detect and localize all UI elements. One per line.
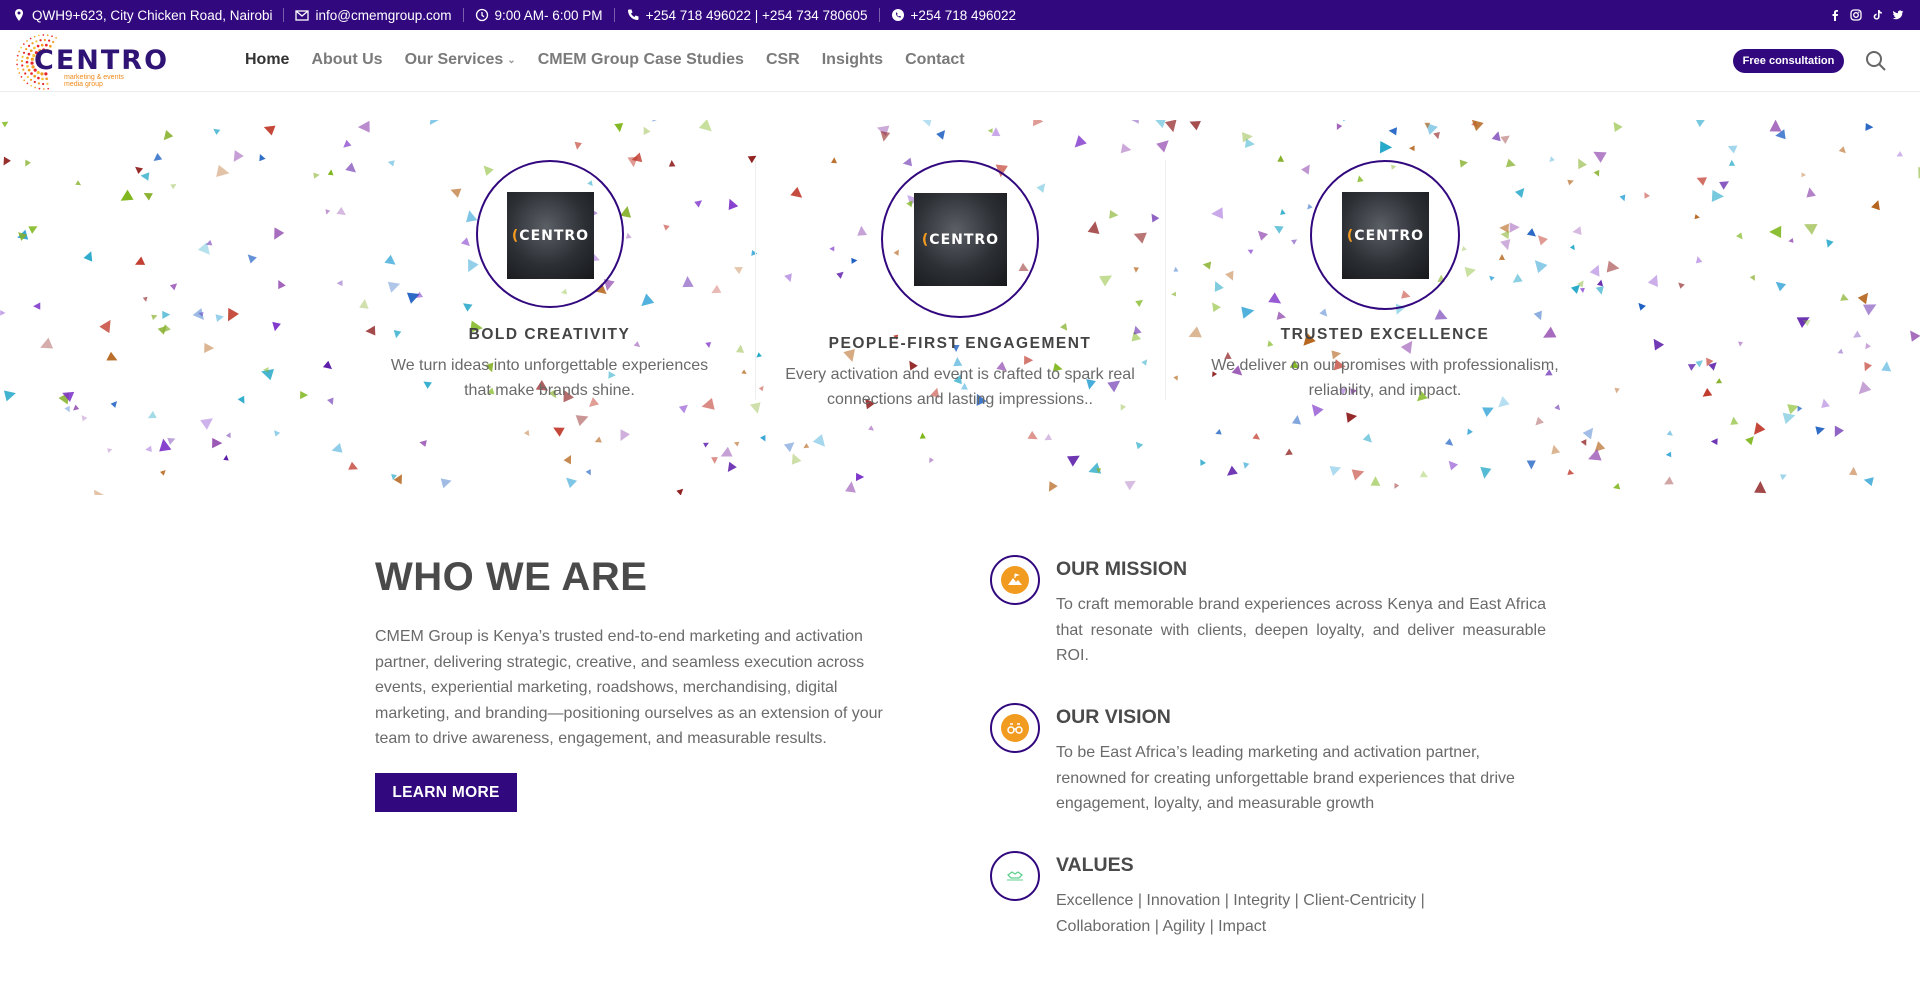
nav-about-us[interactable]: About Us [311,51,382,69]
instagram-icon[interactable] [1850,9,1862,21]
feature-text: We turn ideas into unforgettable experie… [390,357,709,399]
whatsapp-item[interactable]: +254 718 496022 [880,8,1027,23]
values-icon-ring [990,851,1040,901]
feature-card-people-first: (CENTRO PEOPLE-FIRST ENGAGEMENT Every ac… [785,160,1135,420]
binoculars-icon [1001,714,1029,742]
free-consultation-button[interactable]: Free consultation [1733,49,1844,73]
envelope-icon [295,8,310,22]
feature-text: Every activation and event is crafted to… [785,366,1135,408]
phone-icon [626,8,640,22]
twitter-icon[interactable] [1892,9,1904,21]
facebook-icon[interactable] [1829,9,1841,21]
mission-icon-ring [990,555,1040,605]
feature-title: TRUSTED EXCELLENCE [1280,326,1490,343]
image-logo-text: (CENTRO [1346,227,1425,244]
hero-section: (CENTRO BOLD CREATIVITY We turn ideas in… [0,120,1920,495]
image-logo-text: (CENTRO [511,227,590,244]
values-block: VALUES Excellence | Innovation | Integri… [990,851,1545,951]
feature-image: (CENTRO [1342,192,1429,279]
social-links [1829,0,1904,30]
feature-card-trusted-excellence: (CENTRO TRUSTED EXCELLENCE We deliver on… [1195,160,1575,420]
hours-item: 9:00 AM- 6:00 PM [464,7,615,23]
image-logo-text: (CENTRO [921,231,1000,248]
vision-text: To be East Africa’s leading marketing an… [1056,744,1515,813]
nav-contact[interactable]: Contact [905,51,965,69]
values-title: VALUES [1056,854,1134,876]
who-we-are-title: WHO WE ARE [375,555,648,599]
nav-case-studies[interactable]: CMEM Group Case Studies [538,51,744,69]
location-pin-icon [12,8,26,22]
whatsapp-text[interactable]: +254 718 496022 [911,8,1016,23]
feature-image: (CENTRO [507,192,594,279]
whatsapp-icon [891,8,905,22]
nav-insights[interactable]: Insights [822,51,883,69]
feature-title: BOLD CREATIVITY [468,326,631,343]
vision-block: OUR VISION To be East Africa’s leading m… [990,703,1545,823]
mission-block: OUR MISSION To craft memorable brand exp… [990,555,1546,675]
address-item: QWH9+623, City Chicken Road, Nairobi [12,7,285,23]
main-header: CENTRO marketing & events media group Hom… [0,30,1920,92]
column-divider [1165,160,1166,400]
feature-text: We deliver on our promises with professi… [1211,357,1559,399]
phone-text[interactable]: +254 718 496022 | +254 734 780605 [646,8,868,23]
phone-item[interactable]: +254 718 496022 | +254 734 780605 [615,8,880,23]
mission-title: OUR MISSION [1056,558,1188,580]
mountain-flag-icon [1001,566,1029,594]
email-link[interactable]: info@cmemgroup.com [315,8,451,23]
nav-our-services[interactable]: Our Services ⌄ [405,51,516,69]
clock-icon [475,8,489,22]
nav-csr[interactable]: CSR [766,51,800,69]
top-bar: QWH9+623, City Chicken Road, Nairobi inf… [0,0,1920,30]
who-we-are-text: CMEM Group is Kenya’s trusted end-to-end… [375,628,883,748]
main-nav: Home About Us Our Services ⌄ CMEM Group C… [245,30,965,90]
chevron-down-icon: ⌄ [507,54,516,66]
column-divider [755,160,756,400]
site-logo[interactable]: CENTRO marketing & events media group [14,32,167,92]
values-text: Excellence | Innovation | Integrity | Cl… [1056,892,1425,935]
contact-info: QWH9+623, City Chicken Road, Nairobi inf… [12,0,1027,30]
feature-title: PEOPLE-FIRST ENGAGEMENT [828,335,1092,352]
feature-card-bold-creativity: (CENTRO BOLD CREATIVITY We turn ideas in… [377,160,722,420]
vision-title: OUR VISION [1056,706,1171,728]
logo-text: CENTRO [34,45,170,76]
learn-more-button[interactable]: LEARN MORE [375,773,517,812]
feature-image: (CENTRO [914,193,1007,286]
handshake-icon [1005,864,1025,889]
nav-home[interactable]: Home [245,51,289,69]
logo-tagline: marketing & events media group [64,74,124,88]
hours-text: 9:00 AM- 6:00 PM [494,7,603,23]
mission-text: To craft memorable brand experiences acr… [1056,596,1546,665]
email-item[interactable]: info@cmemgroup.com [284,8,464,23]
search-icon[interactable] [1865,50,1887,72]
address-text: QWH9+623, City Chicken Road, Nairobi [32,7,273,23]
tiktok-icon[interactable] [1871,9,1883,21]
vision-icon-ring [990,703,1040,753]
